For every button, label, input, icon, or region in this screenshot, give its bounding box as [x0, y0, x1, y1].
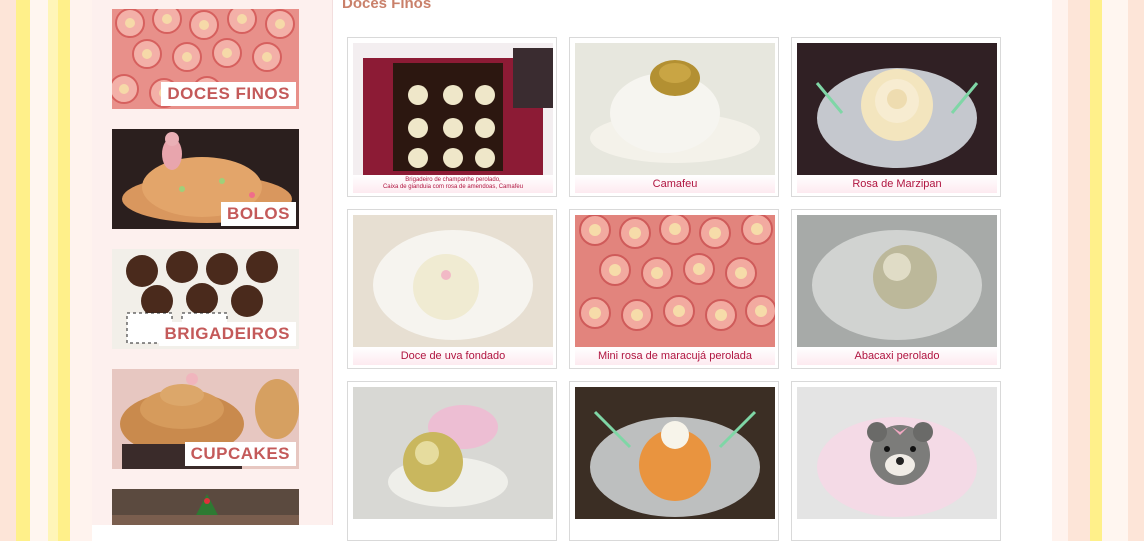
product-tile[interactable]: [347, 381, 557, 541]
page-title: Doces Finos: [342, 0, 432, 12]
product-caption: Mini rosa de maracujá perolada: [575, 347, 775, 365]
product-photo: [353, 215, 553, 347]
product-tile[interactable]: [569, 381, 779, 541]
category-bolos[interactable]: BOLOS: [112, 129, 299, 229]
product-photo: [353, 387, 553, 519]
product-tile[interactable]: Camafeu: [569, 37, 779, 197]
column-divider: [332, 0, 333, 525]
category-brigadeiros[interactable]: BRIGADEIROS: [112, 249, 299, 349]
product-tile[interactable]: Rosa de Marzipan: [791, 37, 1001, 197]
category-label: DOCES FINOS: [161, 82, 296, 106]
category-label: BRIGADEIROS: [158, 322, 296, 346]
main-content: Doces Finos Brigadeiro de champanhe pero…: [332, 0, 1052, 541]
product-photo: [353, 43, 553, 175]
product-photo: [797, 43, 997, 175]
next-category-photo: [112, 489, 299, 525]
product-caption: Rosa de Marzipan: [797, 175, 997, 193]
product-photo: [575, 43, 775, 175]
product-photo: [575, 215, 775, 347]
category-doces-finos[interactable]: DOCES FINOS: [112, 9, 299, 109]
category-sidebar: DOCES FINOS BOLOS BRIGADEIROS CUPCAKES: [92, 0, 332, 525]
product-tile[interactable]: Mini rosa de maracujá perolada: [569, 209, 779, 369]
product-photo: [797, 387, 997, 519]
product-tile[interactable]: Doce de uva fondado: [347, 209, 557, 369]
product-caption: Camafeu: [575, 175, 775, 193]
product-tile[interactable]: [791, 381, 1001, 541]
product-caption: Brigadeiro de champanhe perolado, Caixa …: [353, 175, 553, 193]
product-caption: Doce de uva fondado: [353, 347, 553, 365]
product-photo: [575, 387, 775, 519]
category-label: CUPCAKES: [184, 442, 296, 466]
category-label: BOLOS: [221, 202, 296, 226]
category-next[interactable]: [112, 489, 299, 525]
product-photo: [797, 215, 997, 347]
product-caption: Abacaxi perolado: [797, 347, 997, 365]
product-tile[interactable]: Abacaxi perolado: [791, 209, 1001, 369]
product-tile[interactable]: Brigadeiro de champanhe perolado, Caixa …: [347, 37, 557, 197]
category-cupcakes[interactable]: CUPCAKES: [112, 369, 299, 469]
